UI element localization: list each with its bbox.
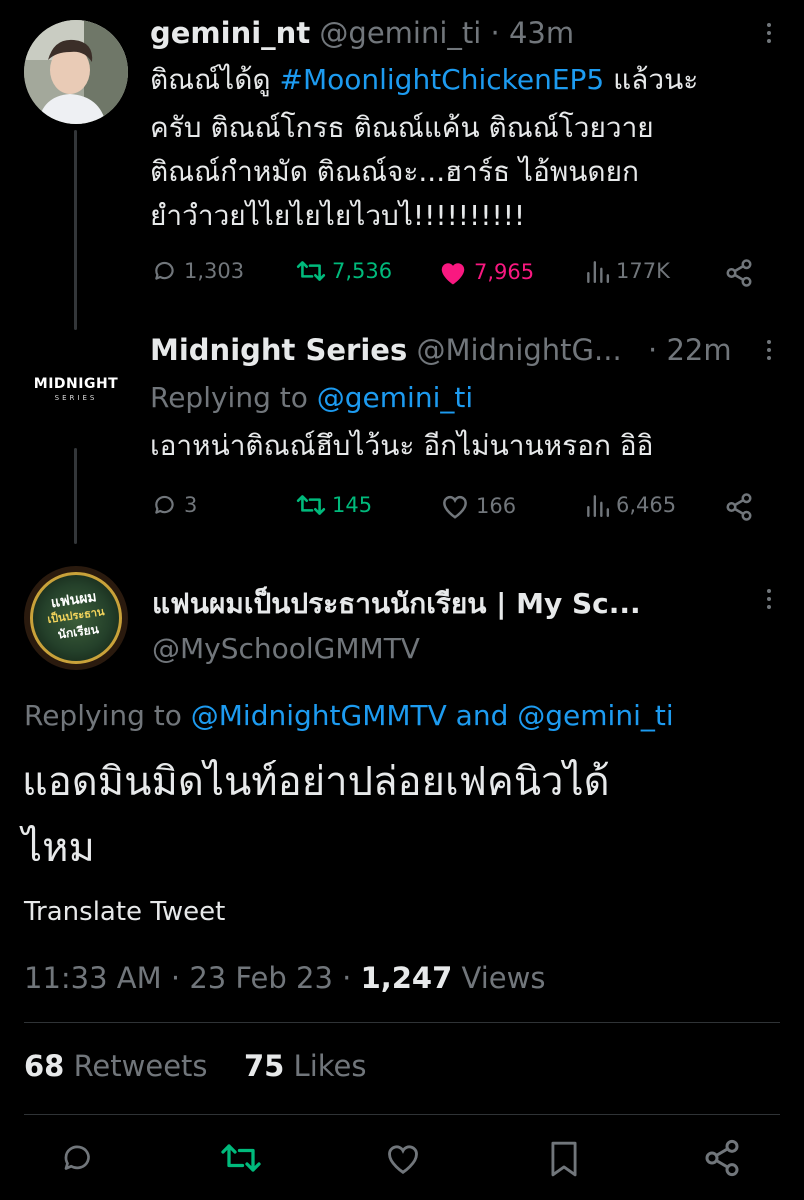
likes-label: Likes xyxy=(284,1049,367,1083)
reply-icon xyxy=(64,1145,90,1170)
retweets-stat[interactable]: 68 Retweets xyxy=(24,1049,208,1083)
tweet2-text: เอาหน่าติณณ์ฮึบไว้นะ อีกไม่นานหรอก อิอิ xyxy=(150,429,654,462)
main-tweet-text-line2: ไหม xyxy=(22,825,95,871)
views-count: 6,465 xyxy=(616,493,677,517)
replying-prefix: Replying to xyxy=(24,699,191,732)
retweet-icon xyxy=(221,1144,261,1172)
author-handle[interactable]: @gemini_ti xyxy=(319,16,481,50)
tweet2-time: · 22m xyxy=(648,333,732,367)
avatar[interactable]: แฟนผม เป็นประธาน นักเรียน xyxy=(24,566,128,670)
main-tweet-text-line1: แอดมินมิดไนท์อย่าปล่อยเฟคนิวได้ xyxy=(22,759,610,805)
replying-to-line: Replying to @gemini_ti xyxy=(150,376,473,420)
bookmark-icon xyxy=(551,1141,577,1177)
views-button[interactable]: 177K xyxy=(584,258,670,284)
avatar[interactable]: MIDNIGHT SERIES xyxy=(24,338,128,442)
timestamp[interactable]: 43m xyxy=(509,16,574,50)
retweets-label: Retweets xyxy=(64,1049,208,1083)
author-handle[interactable]: @MySchoolGMMTV xyxy=(152,632,420,665)
divider xyxy=(24,1022,780,1023)
share-icon xyxy=(726,259,752,287)
main-author-name: แฟนผมเป็นประธานนักเรียน | My Sc... xyxy=(152,582,641,626)
tweet-date[interactable]: 23 Feb 23 xyxy=(189,961,333,995)
profile-photo-icon xyxy=(24,20,128,124)
likes-count: 75 xyxy=(243,1049,285,1083)
views-button[interactable]: 6,465 xyxy=(584,492,676,518)
author-name[interactable]: แฟนผมเป็นประธานนักเรียน | My Sc... xyxy=(152,587,641,620)
share-icon xyxy=(726,493,752,521)
retweet-icon xyxy=(296,495,326,515)
share-icon xyxy=(705,1139,739,1177)
hashtag-link[interactable]: #MoonlightChickenEP5 xyxy=(280,63,605,96)
more-options-icon[interactable] xyxy=(754,335,784,365)
midnight-logo: MIDNIGHT SERIES xyxy=(24,376,128,402)
heart-outline-icon xyxy=(388,1145,418,1174)
retweet-button[interactable]: 145 xyxy=(296,492,372,518)
like-button[interactable]: 166 xyxy=(440,492,516,520)
like-count: 166 xyxy=(476,494,517,518)
tweet2-header: Midnight Series @MidnightG... xyxy=(150,333,622,367)
like-button[interactable]: 7,965 xyxy=(438,258,534,286)
tweet1-text-line3: ติณณ์กำหมัด ติณณ์จะ...ฮาร์ธ ไอ้พนดยก xyxy=(150,155,639,188)
heart-outline-icon xyxy=(443,495,467,519)
like-button[interactable] xyxy=(384,1140,422,1176)
separator: · xyxy=(490,16,500,50)
mention-link[interactable]: @gemini_ti xyxy=(517,699,673,732)
tweet1-text-line1: ติณณ์ได้ดู #MoonlightChickenEP5 แล้วนะ xyxy=(150,58,698,102)
share-button[interactable] xyxy=(702,1138,742,1178)
author-name[interactable]: Midnight Series xyxy=(150,333,407,367)
divider xyxy=(24,1114,780,1115)
retweets-count: 68 xyxy=(24,1049,65,1083)
reply-count: 1,303 xyxy=(184,259,245,283)
replying-to-line: Replying to @MidnightGMMTV and @gemini_t… xyxy=(24,694,674,738)
bookmark-button[interactable] xyxy=(548,1140,580,1178)
retweet-icon xyxy=(296,261,326,281)
tweet1-text-line2: ครับ ติณณ์โกรธ ติณณ์แค้น ติณณ์โวยวาย xyxy=(150,111,654,144)
mention-link[interactable]: @gemini_ti xyxy=(317,381,473,414)
views-count: 177K xyxy=(616,259,670,283)
author-name[interactable]: gemini_nt xyxy=(150,16,310,50)
avatar[interactable] xyxy=(24,20,128,124)
separator: · xyxy=(170,961,181,995)
retweet-count: 7,536 xyxy=(332,259,393,283)
more-options-icon[interactable] xyxy=(754,18,784,48)
replying-and: and xyxy=(446,699,518,732)
reply-button[interactable] xyxy=(60,1140,96,1176)
more-options-icon[interactable] xyxy=(754,584,784,614)
likes-stat[interactable]: 75 Likes xyxy=(244,1049,367,1083)
tweet-text: ติณณ์ได้ดู xyxy=(150,63,280,96)
retweet-count: 145 xyxy=(332,493,373,517)
views-count: 1,247 xyxy=(360,961,453,995)
like-count: 7,965 xyxy=(474,260,535,284)
reply-icon xyxy=(155,261,174,280)
replying-prefix: Replying to xyxy=(150,381,317,414)
logo-word: MIDNIGHT xyxy=(33,376,119,392)
mention-link[interactable]: @MidnightGMMTV xyxy=(191,699,447,732)
engagement-stats: 68 Retweets 75 Likes xyxy=(24,1044,366,1088)
tweet1-text-line4: ยำวำวยไไยไยไยไวบไ!!!!!!!!!! xyxy=(150,199,526,232)
retweet-button[interactable] xyxy=(220,1140,262,1176)
reply-count: 3 xyxy=(184,493,198,517)
thread-line xyxy=(74,130,77,330)
reply-button[interactable]: 1,303 xyxy=(152,258,244,284)
timestamp[interactable]: 22m xyxy=(666,333,731,367)
logo-subword: SERIES xyxy=(54,394,98,402)
author-handle[interactable]: @MidnightG... xyxy=(416,333,621,367)
views-label: Views xyxy=(452,961,546,995)
share-button[interactable] xyxy=(724,492,754,522)
tweet-meta: 11:33 AM · 23 Feb 23 · 1,247 Views xyxy=(24,956,545,1000)
views-icon xyxy=(587,495,610,518)
reply-icon xyxy=(155,495,174,514)
tweet1-header: gemini_nt @gemini_ti · 43m xyxy=(150,16,574,50)
tweet-time[interactable]: 11:33 AM xyxy=(24,961,162,995)
thread-line xyxy=(74,448,77,544)
heart-filled-icon xyxy=(441,263,465,285)
reply-button[interactable]: 3 xyxy=(152,492,197,518)
views-icon xyxy=(587,261,610,284)
retweet-button[interactable]: 7,536 xyxy=(296,258,392,284)
separator: · xyxy=(342,961,352,995)
tweet-text: แล้วนะ xyxy=(604,63,699,96)
share-button[interactable] xyxy=(724,258,754,288)
separator: · xyxy=(648,333,658,367)
translate-tweet-link[interactable]: Translate Tweet xyxy=(24,890,225,934)
